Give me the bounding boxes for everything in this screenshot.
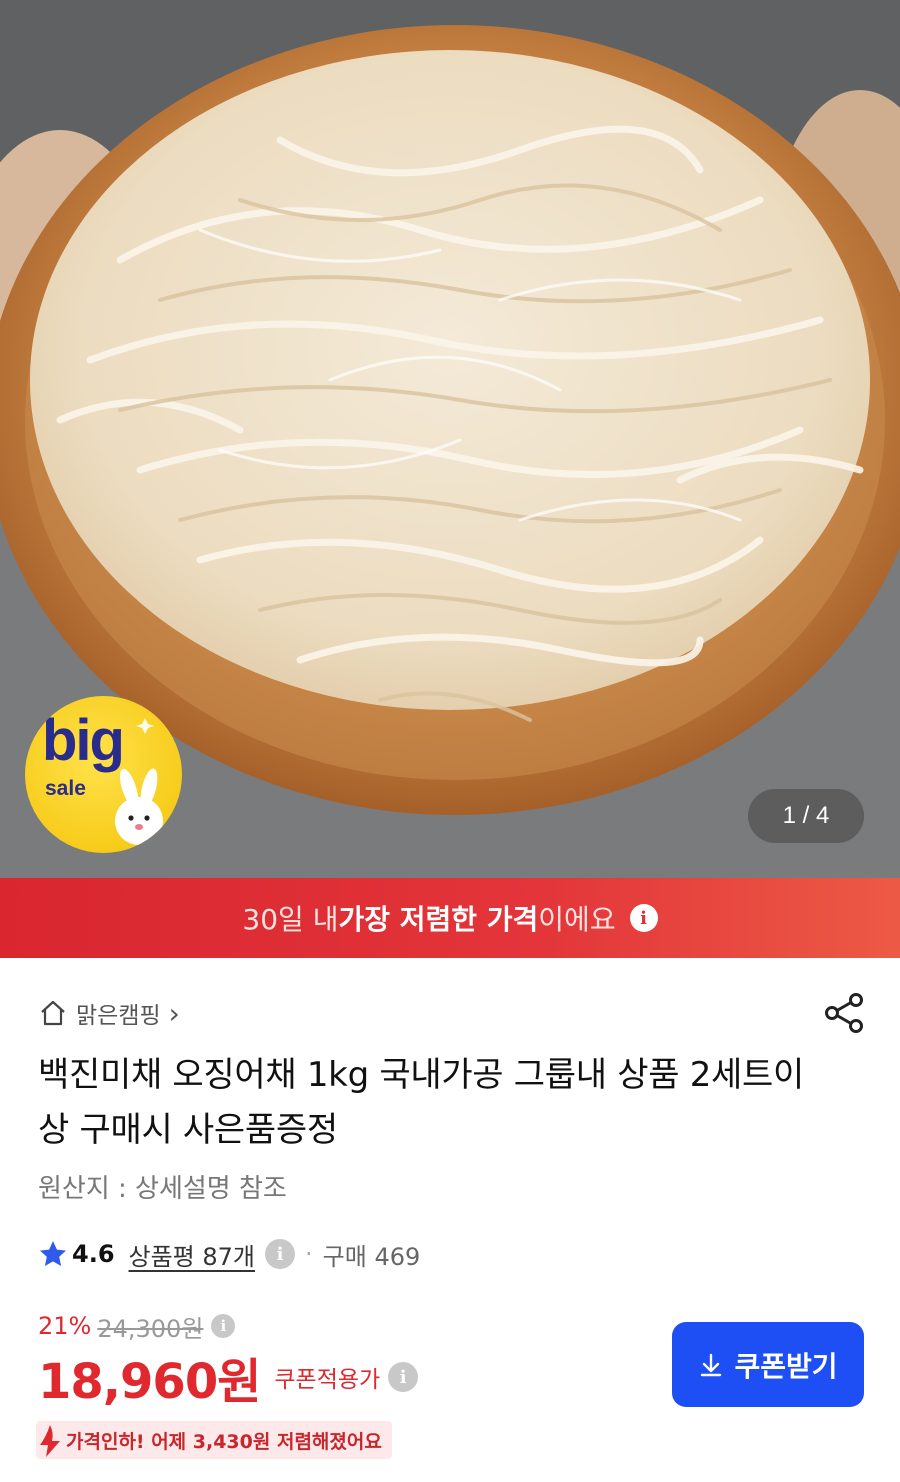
- download-icon: [701, 1353, 722, 1376]
- store-name: 맑은캠핑: [76, 1003, 161, 1029]
- big-sale-badge: big sale: [25, 696, 182, 853]
- rabbit-icon: [115, 718, 163, 845]
- info-icon[interactable]: i: [265, 1239, 296, 1269]
- product-image[interactable]: big sale 1 / 4: [0, 0, 900, 878]
- banner-text-2: 가장 저렴한 가격: [338, 903, 539, 936]
- price-drop-text: 가격인하! 어제 3,430원 저렴해졌어요: [66, 1430, 382, 1453]
- info-icon[interactable]: i: [211, 1314, 236, 1338]
- product-title: 백진미채 오징어채 1kg 국내가공 그룹내 상품 2세트이상 구매시 사은품증…: [38, 1055, 804, 1150]
- reviews-link[interactable]: 상품평 87개: [129, 1237, 256, 1272]
- price-drop-tag: 가격인하! 어제 3,430원 저렴해졌어요: [36, 1421, 392, 1459]
- image-counter: 1 / 4: [748, 789, 864, 843]
- original-price: 24,300원: [97, 1314, 204, 1343]
- star-icon: [40, 1241, 66, 1266]
- lowest-price-banner[interactable]: 30일 내 가장 저렴한 가격 이에요 i: [0, 878, 900, 958]
- separator-dot: ·: [305, 1240, 313, 1268]
- rating-row: 4.6 상품평 87개 i · 구매 469: [38, 1234, 420, 1274]
- info-icon[interactable]: i: [629, 904, 658, 932]
- price-down-arrow-icon: [40, 1425, 60, 1457]
- chevron-right-icon: ›: [168, 996, 180, 1030]
- store-link[interactable]: 맑은캠핑 ›: [38, 995, 180, 1031]
- share-icon[interactable]: [822, 990, 868, 1036]
- rating-score: 4.6: [72, 1240, 115, 1268]
- price-row: 18,960원 쿠폰적용가 i: [38, 1345, 419, 1410]
- discount-row: 21% 24,300원 i: [38, 1309, 236, 1343]
- coupon-button-label: 쿠폰받기: [734, 1349, 838, 1383]
- banner-text-3: 이에요: [538, 903, 616, 936]
- info-icon[interactable]: i: [388, 1362, 419, 1392]
- banner-text-1: 30일 내: [242, 903, 339, 936]
- coupon-price-label: 쿠폰적용가: [274, 1367, 381, 1393]
- discount-percent: 21%: [38, 1312, 92, 1340]
- origin-info: 원산지 : 상세설명 참조: [38, 1174, 287, 1204]
- sale-price: 18,960원: [38, 1354, 261, 1410]
- get-coupon-button[interactable]: 쿠폰받기: [672, 1322, 864, 1407]
- home-icon: [41, 1000, 65, 1026]
- purchase-count: 구매 469: [322, 1242, 421, 1271]
- price-drop-notice: 가격인하! 어제 3,430원 저렴해졌어요: [36, 1420, 392, 1460]
